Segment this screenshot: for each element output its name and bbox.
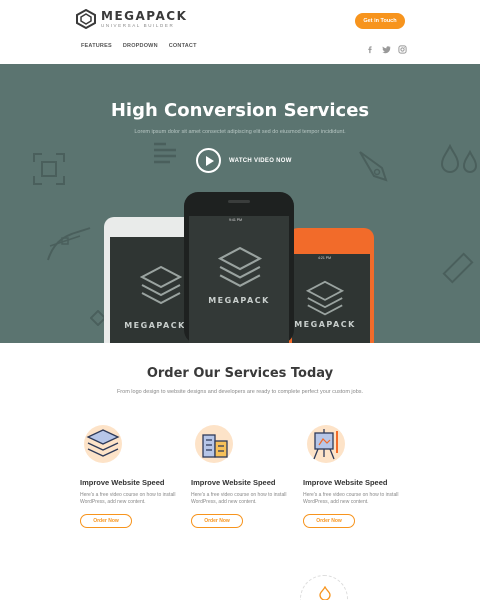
bezier-curve-icon xyxy=(47,227,91,261)
layers-icon xyxy=(84,425,122,463)
phone-orange: 4:21 PM MEGAPACK xyxy=(288,228,374,343)
services-subtitle: From logo design to website designs and … xyxy=(116,389,364,395)
facebook-icon[interactable] xyxy=(366,41,375,54)
instagram-icon[interactable] xyxy=(398,41,407,54)
service-card-title: Improve Website Speed xyxy=(303,478,388,487)
phone-black-speaker xyxy=(228,200,250,203)
service-card-desc: Here's a free video course on how to ins… xyxy=(303,492,399,505)
pen-tool-icon xyxy=(359,151,388,182)
social-links xyxy=(366,41,407,54)
get-in-touch-button[interactable]: Get in Touch xyxy=(355,13,405,29)
site-header: MEGAPACK UNIVERSAL BUILDER Get in Touch … xyxy=(0,0,480,64)
logo-tagline: UNIVERSAL BUILDER xyxy=(101,22,175,28)
twitter-icon[interactable] xyxy=(382,41,391,54)
play-icon[interactable] xyxy=(196,148,221,173)
logo-name: MEGAPACK xyxy=(101,8,188,23)
phone-black-brand: MEGAPACK xyxy=(208,296,270,305)
megapack-layers-icon xyxy=(306,280,344,316)
service-card-desc: Here's a free video course on how to ins… xyxy=(191,492,287,505)
service-card-title: Improve Website Speed xyxy=(80,478,165,487)
order-now-button[interactable]: Order Now xyxy=(191,514,243,528)
order-now-button[interactable]: Order Now xyxy=(80,514,132,528)
services-title: Order Our Services Today xyxy=(146,366,334,381)
nav-contact[interactable]: CONTACT xyxy=(169,43,197,49)
document-icon xyxy=(154,142,176,164)
nav-features[interactable]: FEATURES xyxy=(81,43,112,49)
nav-dropdown[interactable]: DROPDOWN xyxy=(123,43,158,49)
phone-orange-status: 4:21 PM xyxy=(318,256,332,260)
service-card-title: Improve Website Speed xyxy=(191,478,276,487)
phone-black: 9:41 PM MEGAPACK xyxy=(184,192,294,343)
order-now-button[interactable]: Order Now xyxy=(303,514,355,528)
megapack-layers-icon xyxy=(218,246,262,287)
hero-section: High Conversion Services Lorem ipsum dol… xyxy=(0,64,480,343)
service-card-desc: Here's a free video course on how to ins… xyxy=(80,492,176,505)
phone-orange-brand: MEGAPACK xyxy=(294,320,356,329)
easel-icon xyxy=(307,425,345,463)
hero-subtitle: Lorem ipsum dolor sit amet consectet adi… xyxy=(134,129,346,135)
hero-title: High Conversion Services xyxy=(110,100,370,121)
main-nav: FEATURES DROPDOWN CONTACT xyxy=(81,43,197,49)
service-card: Improve Website Speed Here's a free vide… xyxy=(303,423,403,528)
watch-video-link[interactable]: WATCH VIDEO NOW xyxy=(229,158,292,164)
focus-frame-icon xyxy=(33,153,65,185)
building-icon xyxy=(195,425,233,463)
logo[interactable]: MEGAPACK UNIVERSAL BUILDER xyxy=(76,9,187,29)
ruler-icon xyxy=(442,252,474,284)
logo-mark-icon xyxy=(76,9,96,29)
drops-icon xyxy=(440,144,478,173)
next-section-badge xyxy=(300,575,348,600)
service-card: Improve Website Speed Here's a free vide… xyxy=(80,423,180,528)
megapack-layers-icon xyxy=(140,265,182,305)
service-card: Improve Website Speed Here's a free vide… xyxy=(191,423,291,528)
phone-black-status: 9:41 PM xyxy=(229,218,243,222)
flame-icon xyxy=(319,586,331,600)
phone-white: MEGAPACK xyxy=(104,217,196,343)
